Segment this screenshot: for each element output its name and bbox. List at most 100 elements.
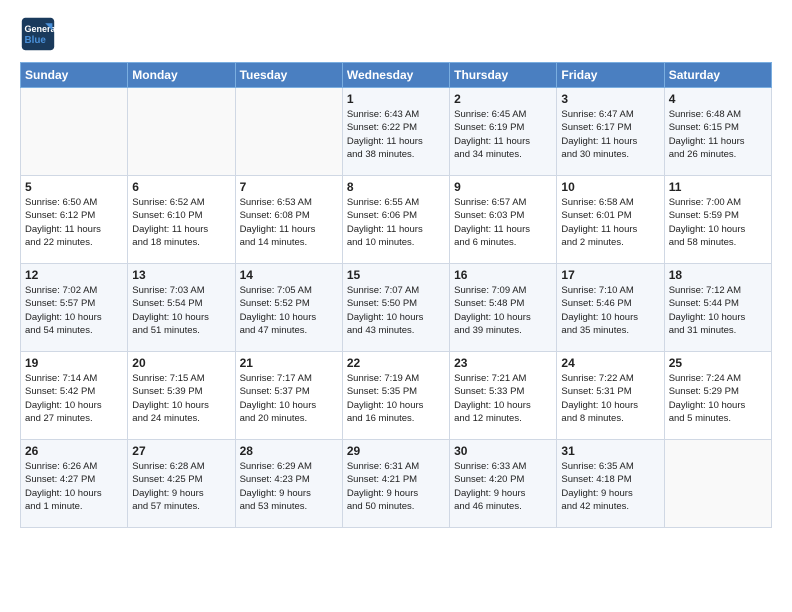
day-number: 10: [561, 180, 659, 194]
cell-info: Sunrise: 7:02 AM Sunset: 5:57 PM Dayligh…: [25, 284, 123, 337]
col-monday: Monday: [128, 63, 235, 88]
cell-info: Sunrise: 7:07 AM Sunset: 5:50 PM Dayligh…: [347, 284, 445, 337]
calendar-cell: 19 Sunrise: 7:14 AM Sunset: 5:42 PM Dayli…: [21, 352, 128, 440]
cell-info: Sunrise: 6:28 AM Sunset: 4:25 PM Dayligh…: [132, 460, 230, 513]
cell-info: Sunrise: 6:47 AM Sunset: 6:17 PM Dayligh…: [561, 108, 659, 161]
cell-info: Sunrise: 7:05 AM Sunset: 5:52 PM Dayligh…: [240, 284, 338, 337]
cell-info: Sunrise: 6:45 AM Sunset: 6:19 PM Dayligh…: [454, 108, 552, 161]
day-number: 27: [132, 444, 230, 458]
day-number: 28: [240, 444, 338, 458]
day-number: 24: [561, 356, 659, 370]
cell-info: Sunrise: 6:50 AM Sunset: 6:12 PM Dayligh…: [25, 196, 123, 249]
day-number: 11: [669, 180, 767, 194]
calendar-cell: 21 Sunrise: 7:17 AM Sunset: 5:37 PM Dayli…: [235, 352, 342, 440]
calendar-cell: [664, 440, 771, 528]
calendar-cell: [21, 88, 128, 176]
calendar-cell: 12 Sunrise: 7:02 AM Sunset: 5:57 PM Dayli…: [21, 264, 128, 352]
cell-info: Sunrise: 7:19 AM Sunset: 5:35 PM Dayligh…: [347, 372, 445, 425]
calendar-cell: 2 Sunrise: 6:45 AM Sunset: 6:19 PM Daylig…: [450, 88, 557, 176]
cell-info: Sunrise: 7:17 AM Sunset: 5:37 PM Dayligh…: [240, 372, 338, 425]
day-number: 22: [347, 356, 445, 370]
calendar-cell: 26 Sunrise: 6:26 AM Sunset: 4:27 PM Dayli…: [21, 440, 128, 528]
day-number: 6: [132, 180, 230, 194]
calendar-cell: 5 Sunrise: 6:50 AM Sunset: 6:12 PM Daylig…: [21, 176, 128, 264]
day-number: 20: [132, 356, 230, 370]
header: General Blue: [20, 16, 772, 52]
cell-info: Sunrise: 6:55 AM Sunset: 6:06 PM Dayligh…: [347, 196, 445, 249]
cell-info: Sunrise: 6:35 AM Sunset: 4:18 PM Dayligh…: [561, 460, 659, 513]
cell-info: Sunrise: 6:48 AM Sunset: 6:15 PM Dayligh…: [669, 108, 767, 161]
cell-info: Sunrise: 6:52 AM Sunset: 6:10 PM Dayligh…: [132, 196, 230, 249]
calendar-cell: 1 Sunrise: 6:43 AM Sunset: 6:22 PM Daylig…: [342, 88, 449, 176]
cell-info: Sunrise: 7:12 AM Sunset: 5:44 PM Dayligh…: [669, 284, 767, 337]
calendar-cell: 20 Sunrise: 7:15 AM Sunset: 5:39 PM Dayli…: [128, 352, 235, 440]
calendar-cell: 28 Sunrise: 6:29 AM Sunset: 4:23 PM Dayli…: [235, 440, 342, 528]
cell-info: Sunrise: 7:09 AM Sunset: 5:48 PM Dayligh…: [454, 284, 552, 337]
calendar-cell: 15Sunrise: 7:07 AM Sunset: 5:50 PM Dayli…: [342, 264, 449, 352]
calendar-cell: 13 Sunrise: 7:03 AM Sunset: 5:54 PM Dayli…: [128, 264, 235, 352]
cell-info: Sunrise: 6:53 AM Sunset: 6:08 PM Dayligh…: [240, 196, 338, 249]
day-number: 3: [561, 92, 659, 106]
col-thursday: Thursday: [450, 63, 557, 88]
calendar-cell: 6 Sunrise: 6:52 AM Sunset: 6:10 PM Daylig…: [128, 176, 235, 264]
cell-info: Sunrise: 6:26 AM Sunset: 4:27 PM Dayligh…: [25, 460, 123, 513]
calendar-cell: [128, 88, 235, 176]
calendar-week-3: 12 Sunrise: 7:02 AM Sunset: 5:57 PM Dayli…: [21, 264, 772, 352]
day-number: 5: [25, 180, 123, 194]
day-number: 21: [240, 356, 338, 370]
calendar-cell: 11 Sunrise: 7:00 AM Sunset: 5:59 PM Dayli…: [664, 176, 771, 264]
calendar-cell: 7 Sunrise: 6:53 AM Sunset: 6:08 PM Daylig…: [235, 176, 342, 264]
cell-info: Sunrise: 6:43 AM Sunset: 6:22 PM Dayligh…: [347, 108, 445, 161]
day-number: 19: [25, 356, 123, 370]
day-number: 14: [240, 268, 338, 282]
day-number: 29: [347, 444, 445, 458]
day-number: 18: [669, 268, 767, 282]
col-friday: Friday: [557, 63, 664, 88]
cell-info: Sunrise: 7:22 AM Sunset: 5:31 PM Dayligh…: [561, 372, 659, 425]
calendar-table: Sunday Monday Tuesday Wednesday Thursday…: [20, 62, 772, 528]
cell-info: Sunrise: 6:29 AM Sunset: 4:23 PM Dayligh…: [240, 460, 338, 513]
day-number: 23: [454, 356, 552, 370]
cell-info: Sunrise: 6:33 AM Sunset: 4:20 PM Dayligh…: [454, 460, 552, 513]
calendar-cell: 27 Sunrise: 6:28 AM Sunset: 4:25 PM Dayli…: [128, 440, 235, 528]
cell-info: Sunrise: 7:03 AM Sunset: 5:54 PM Dayligh…: [132, 284, 230, 337]
calendar-cell: 17Sunrise: 7:10 AM Sunset: 5:46 PM Dayli…: [557, 264, 664, 352]
calendar-cell: 8 Sunrise: 6:55 AM Sunset: 6:06 PM Daylig…: [342, 176, 449, 264]
day-number: 13: [132, 268, 230, 282]
day-number: 26: [25, 444, 123, 458]
cell-info: Sunrise: 7:00 AM Sunset: 5:59 PM Dayligh…: [669, 196, 767, 249]
day-number: 12: [25, 268, 123, 282]
day-number: 2: [454, 92, 552, 106]
cell-info: Sunrise: 7:24 AM Sunset: 5:29 PM Dayligh…: [669, 372, 767, 425]
day-number: 25: [669, 356, 767, 370]
calendar-cell: 22 Sunrise: 7:19 AM Sunset: 5:35 PM Dayli…: [342, 352, 449, 440]
svg-text:Blue: Blue: [25, 35, 47, 46]
calendar-cell: 18 Sunrise: 7:12 AM Sunset: 5:44 PM Dayli…: [664, 264, 771, 352]
cell-info: Sunrise: 6:57 AM Sunset: 6:03 PM Dayligh…: [454, 196, 552, 249]
cell-info: Sunrise: 7:14 AM Sunset: 5:42 PM Dayligh…: [25, 372, 123, 425]
calendar-page: General Blue Sunday Monday Tuesday Wedne…: [0, 0, 792, 544]
col-saturday: Saturday: [664, 63, 771, 88]
logo: General Blue: [20, 16, 60, 52]
cell-info: Sunrise: 6:31 AM Sunset: 4:21 PM Dayligh…: [347, 460, 445, 513]
calendar-cell: 9 Sunrise: 6:57 AM Sunset: 6:03 PM Daylig…: [450, 176, 557, 264]
col-wednesday: Wednesday: [342, 63, 449, 88]
cell-info: Sunrise: 6:58 AM Sunset: 6:01 PM Dayligh…: [561, 196, 659, 249]
day-number: 1: [347, 92, 445, 106]
calendar-cell: 29 Sunrise: 6:31 AM Sunset: 4:21 PM Dayli…: [342, 440, 449, 528]
day-number: 17: [561, 268, 659, 282]
day-number: 7: [240, 180, 338, 194]
header-row: Sunday Monday Tuesday Wednesday Thursday…: [21, 63, 772, 88]
calendar-cell: 10 Sunrise: 6:58 AM Sunset: 6:01 PM Dayli…: [557, 176, 664, 264]
day-number: 9: [454, 180, 552, 194]
day-number: 31: [561, 444, 659, 458]
calendar-week-5: 26 Sunrise: 6:26 AM Sunset: 4:27 PM Dayli…: [21, 440, 772, 528]
day-number: 8: [347, 180, 445, 194]
cell-info: Sunrise: 7:15 AM Sunset: 5:39 PM Dayligh…: [132, 372, 230, 425]
calendar-cell: [235, 88, 342, 176]
calendar-week-4: 19 Sunrise: 7:14 AM Sunset: 5:42 PM Dayli…: [21, 352, 772, 440]
col-tuesday: Tuesday: [235, 63, 342, 88]
col-sunday: Sunday: [21, 63, 128, 88]
day-number: 30: [454, 444, 552, 458]
cell-info: Sunrise: 7:21 AM Sunset: 5:33 PM Dayligh…: [454, 372, 552, 425]
